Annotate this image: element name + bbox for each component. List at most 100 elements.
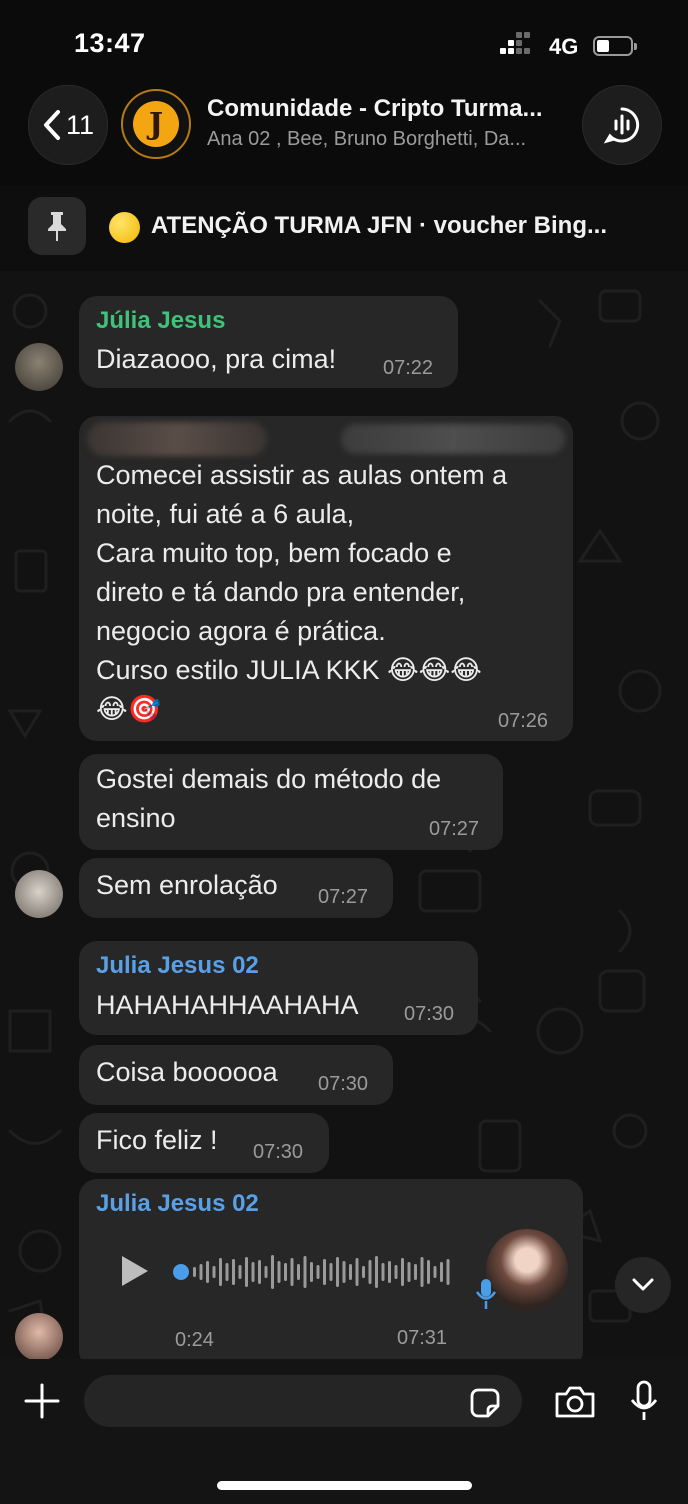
- sender-name[interactable]: Julia Jesus 02: [96, 952, 259, 980]
- waveform-bar: [362, 1266, 365, 1278]
- pin-button[interactable]: [28, 197, 86, 255]
- message-line: direto e tá dando pra entender,: [96, 577, 466, 607]
- waveform-bar: [388, 1261, 391, 1283]
- message-time: 07:27: [429, 818, 480, 840]
- message-line: negocio agora é prática.: [96, 616, 386, 646]
- group-members[interactable]: Ana 02 , Bee, Bruno Borghetti, Da...: [207, 128, 526, 151]
- waveform-bar: [368, 1260, 372, 1284]
- waveform-bar: [440, 1262, 443, 1282]
- waveform-bar: [323, 1259, 326, 1285]
- message-text: HAHAHAHHAAHAHA: [96, 990, 359, 1020]
- audio-message-bubble[interactable]: Julia Jesus 02 0:24 07:31: [79, 1179, 583, 1359]
- plus-icon[interactable]: [24, 1383, 60, 1419]
- waveform-bar: [401, 1258, 404, 1286]
- message-line: Curso estilo JULIA KKK 😂😂😂: [96, 655, 482, 685]
- home-indicator: [217, 1481, 472, 1490]
- unread-count: 11: [65, 109, 95, 140]
- waveform-bar: [310, 1262, 313, 1282]
- message-time: 07:30: [318, 1073, 369, 1095]
- message-bubble[interactable]: Fico feliz ! 07:30: [79, 1113, 329, 1173]
- waveform-bar: [264, 1266, 268, 1278]
- message-bubble[interactable]: Julia Jesus 02 HAHAHAHHAAHAHA 07:30: [79, 941, 478, 1035]
- waveform-bar: [199, 1264, 203, 1280]
- message-text: Diazaooo, pra cima!: [96, 344, 337, 374]
- pin-icon: [48, 212, 66, 241]
- message-bubble[interactable]: Coisa boooooa 07:30: [79, 1045, 393, 1105]
- message-bubble[interactable]: Comecei assistir as aulas ontem a noite,…: [79, 416, 573, 741]
- message-line: 😂🎯: [96, 694, 162, 724]
- waveform-bar: [375, 1256, 378, 1288]
- voice-chat-icon: [603, 107, 640, 144]
- microphone-icon[interactable]: [629, 1380, 659, 1422]
- waveform-bar: [290, 1258, 294, 1286]
- message-time: 07:22: [383, 357, 434, 379]
- waveform-bar: [251, 1262, 255, 1282]
- waveform-bar: [271, 1255, 274, 1289]
- waveform-bar: [232, 1259, 235, 1285]
- waveform-bar: [284, 1263, 287, 1281]
- avatar-julia-jesus-02[interactable]: [15, 1313, 63, 1359]
- waveform-bar: [219, 1258, 222, 1286]
- message-bubble[interactable]: Júlia Jesus Diazaooo, pra cima! 07:22: [79, 296, 458, 388]
- battery-icon: [593, 36, 637, 56]
- audio-duration: 0:24: [175, 1329, 214, 1351]
- message-time: 07:27: [318, 886, 369, 908]
- waveform-bar: [297, 1264, 300, 1280]
- scroll-down-button[interactable]: [615, 1257, 671, 1313]
- waveform-bar: [277, 1261, 281, 1283]
- message-bubble[interactable]: Sem enrolação 07:27: [79, 858, 393, 918]
- waveform-bar: [225, 1263, 229, 1281]
- waveform-bar: [427, 1260, 430, 1284]
- waveform-bar: [355, 1258, 359, 1286]
- back-chevron-icon: [43, 110, 60, 140]
- waveform-bar: [329, 1263, 333, 1281]
- play-icon[interactable]: [119, 1254, 151, 1288]
- blurred-sender-phone: [341, 424, 565, 454]
- blurred-sender-name: [87, 422, 267, 456]
- waveform-bar: [349, 1264, 352, 1280]
- status-time: 13:47: [74, 28, 146, 58]
- waveform-bar: [414, 1264, 417, 1280]
- avatar-julia-jesus[interactable]: [15, 343, 63, 391]
- audio-waveform[interactable]: [173, 1249, 455, 1295]
- message-text: Fico feliz !: [96, 1125, 218, 1155]
- waveform-bar: [381, 1263, 385, 1281]
- back-button[interactable]: 11: [28, 85, 108, 165]
- waveform-bar: [420, 1257, 424, 1287]
- waveform-bar: [193, 1267, 196, 1277]
- message-time: 07:30: [404, 1003, 455, 1025]
- sender-name[interactable]: Júlia Jesus: [96, 307, 225, 335]
- group-avatar-letter: J: [133, 101, 179, 147]
- waveform-bar: [407, 1262, 411, 1282]
- message-line: Cara muito top, bem focado e: [96, 538, 452, 568]
- waveform-bar: [446, 1259, 450, 1285]
- waveform-bar: [303, 1256, 307, 1288]
- sticker-icon[interactable]: [468, 1386, 502, 1420]
- camera-icon[interactable]: [553, 1384, 597, 1420]
- waveform-bar: [316, 1265, 320, 1279]
- waveform-bar: [433, 1266, 437, 1278]
- waveform-bar: [394, 1265, 398, 1279]
- message-time: 07:30: [253, 1141, 304, 1163]
- microphone-icon: [475, 1279, 497, 1309]
- message-time: 07:31: [397, 1327, 448, 1349]
- group-avatar[interactable]: J: [121, 89, 191, 159]
- message-input[interactable]: [84, 1375, 522, 1427]
- scroll-down-icon: [632, 1278, 654, 1291]
- audio-progress-dot[interactable]: [173, 1264, 189, 1280]
- sender-name[interactable]: Julia Jesus 02: [96, 1190, 259, 1218]
- network-type: 4G: [549, 34, 579, 59]
- group-title[interactable]: Comunidade - Cripto Turma...: [207, 95, 543, 123]
- waveform-bar: [206, 1261, 209, 1283]
- voice-chat-button[interactable]: [582, 85, 662, 165]
- chat-area[interactable]: Júlia Jesus Diazaooo, pra cima! 07:22 Co…: [0, 271, 688, 1359]
- message-text: Sem enrolação: [96, 870, 278, 900]
- yellow-circle-emoji: [109, 212, 140, 243]
- message-line: ensino: [96, 803, 176, 833]
- message-text: Coisa boooooa: [96, 1057, 278, 1087]
- avatar-sender[interactable]: [15, 870, 63, 918]
- waveform-bar: [258, 1260, 261, 1284]
- message-time: 07:26: [498, 710, 549, 732]
- pinned-message-text[interactable]: ATENÇÃO TURMA JFN · voucher Bing...: [151, 212, 607, 240]
- message-bubble[interactable]: Gostei demais do método de ensino 07:27: [79, 754, 503, 850]
